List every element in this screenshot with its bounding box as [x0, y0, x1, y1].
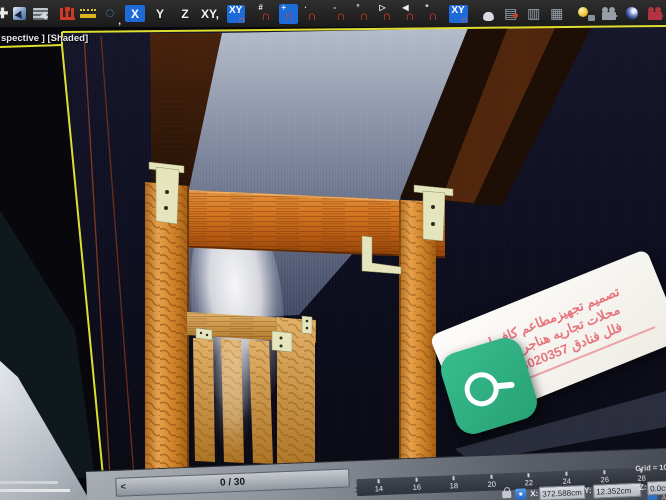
x-coord-label: X: — [530, 489, 538, 498]
y-coord-label: Y: — [584, 486, 592, 495]
track-tick: 22 — [510, 473, 547, 488]
selection-lock-icon[interactable] — [502, 491, 511, 498]
add-time-tag-label[interactable]: Add Tim — [661, 494, 666, 500]
frame-indicator: 0 / 30 — [220, 477, 245, 489]
track-tick: 14 — [361, 479, 398, 494]
screen-glare-lower — [212, 340, 252, 456]
absolute-mode-icon[interactable] — [515, 488, 526, 499]
time-slider[interactable]: < 0 / 30 — [115, 468, 350, 496]
track-tick: 18 — [435, 476, 472, 491]
max-application-window: ✚ ◌, X Y Z XY, XY∩ #∩ +∩ ·∩ -∩ °∩ ▷∩ ◀∩ … — [0, 0, 666, 500]
previous-frame-button[interactable]: < — [120, 481, 126, 491]
viewport-label[interactable]: spective ] [Shaded] — [1, 33, 88, 44]
magnifier-handle — [493, 382, 514, 390]
grid-size-label: Grid = 10 — [635, 463, 666, 473]
z-coord-field[interactable]: 0.0cm — [647, 480, 666, 495]
add-time-tag-icon[interactable] — [647, 495, 657, 500]
x-coord-field[interactable]: 372.588cm — [539, 485, 586, 500]
y-coord-field[interactable]: 12.352cm — [593, 483, 642, 499]
track-tick: 26 — [586, 469, 623, 484]
perspective-viewport[interactable] — [0, 0, 666, 500]
z-coord-label: Z: — [639, 483, 647, 492]
track-tick: 16 — [399, 477, 436, 492]
track-tick: 24 — [548, 471, 585, 486]
magnifier-icon — [460, 368, 502, 410]
